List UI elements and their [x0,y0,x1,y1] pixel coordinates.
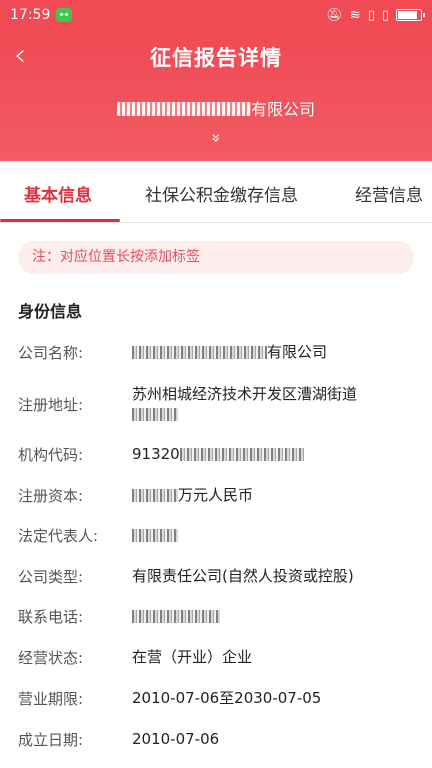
field-company-name[interactable]: 公司名称: 有限公司 [18,342,422,363]
field-value: 2010-07-06 [132,730,220,748]
report-header: ‹ 征信报告详情 有限公司 » [0,30,432,161]
company-suffix: 有限公司 [250,100,315,119]
notice-banner: 注：对应位置长按添加标签 [18,241,414,274]
tab-business-info[interactable]: 经营信息 [355,181,423,206]
page-title: 征信报告详情 [150,46,282,70]
field-label: 注册地址: [18,396,84,414]
field-label: 公司类型: [18,568,84,586]
field-label: 营业期限: [18,690,84,708]
field-address[interactable]: 注册地址: 苏州相城经济技术开发区漕湖街道 [18,384,422,424]
field-value: 91320 [132,444,304,465]
wechat-notification-icon [56,8,73,22]
battery-icon [396,9,425,21]
field-value: 万元人民币 [132,485,253,506]
field-value: 有限责任公司(自然人投资或控股) [132,567,354,585]
field-label: 公司名称: [18,344,84,362]
redacted-company-name [116,102,251,116]
field-value: 2010-07-06至2030-07-05 [132,689,322,707]
field-period[interactable]: 营业期限: 2010-07-06至2030-07-05 [18,688,422,709]
field-capital[interactable]: 注册资本: 万元人民币 [18,485,422,506]
clock: 17:59 [10,7,51,23]
field-value: 苏州相城经济技术开发区漕湖街道 [132,384,357,424]
field-status[interactable]: 经营状态: 在营（开业）企业 [18,647,422,668]
field-label: 注册资本: [18,487,84,505]
content: 注：对应位置长按添加标签 身份信息 [0,223,432,322]
field-label: 经营状态: [18,649,84,667]
field-label: 联系电话: [18,608,84,626]
sim2-icon: ▯ [381,7,389,23]
field-founded[interactable]: 成立日期: 2010-07-06 [18,729,422,750]
field-value [132,606,220,627]
field-label: 机构代码: [18,446,84,464]
tab-bar: 基本信息 社保公积金缴存信息 经营信息 [0,161,432,223]
field-value: 在营（开业）企业 [132,648,253,666]
field-phone[interactable]: 联系电话: [18,606,422,627]
field-label: 成立日期: [18,731,84,749]
wifi-icon: ≋ [349,7,361,23]
field-org-code[interactable]: 机构代码: 91320 [18,444,422,465]
field-value: 有限公司 [132,342,327,363]
active-tab-indicator [0,219,120,222]
field-label: 法定代表人: [18,527,99,545]
section-title: 身份信息 [18,302,83,321]
mute-icon: 🔕︎ [326,7,343,23]
company-banner: 有限公司 [0,96,432,120]
status-bar: 17:59 🔕︎ ≋ ▯ ▯ [0,0,432,30]
sim1-icon: ▯ [367,7,375,23]
tab-social-security[interactable]: 社保公积金缴存信息 [145,181,298,206]
field-legal-rep[interactable]: 法定代表人: [18,525,422,546]
expand-chevron-icon[interactable]: » [207,130,226,146]
field-company-type[interactable]: 公司类型: 有限责任公司(自然人投资或控股) [18,566,422,587]
field-value [132,525,178,546]
tab-basic-info[interactable]: 基本信息 [24,181,92,206]
